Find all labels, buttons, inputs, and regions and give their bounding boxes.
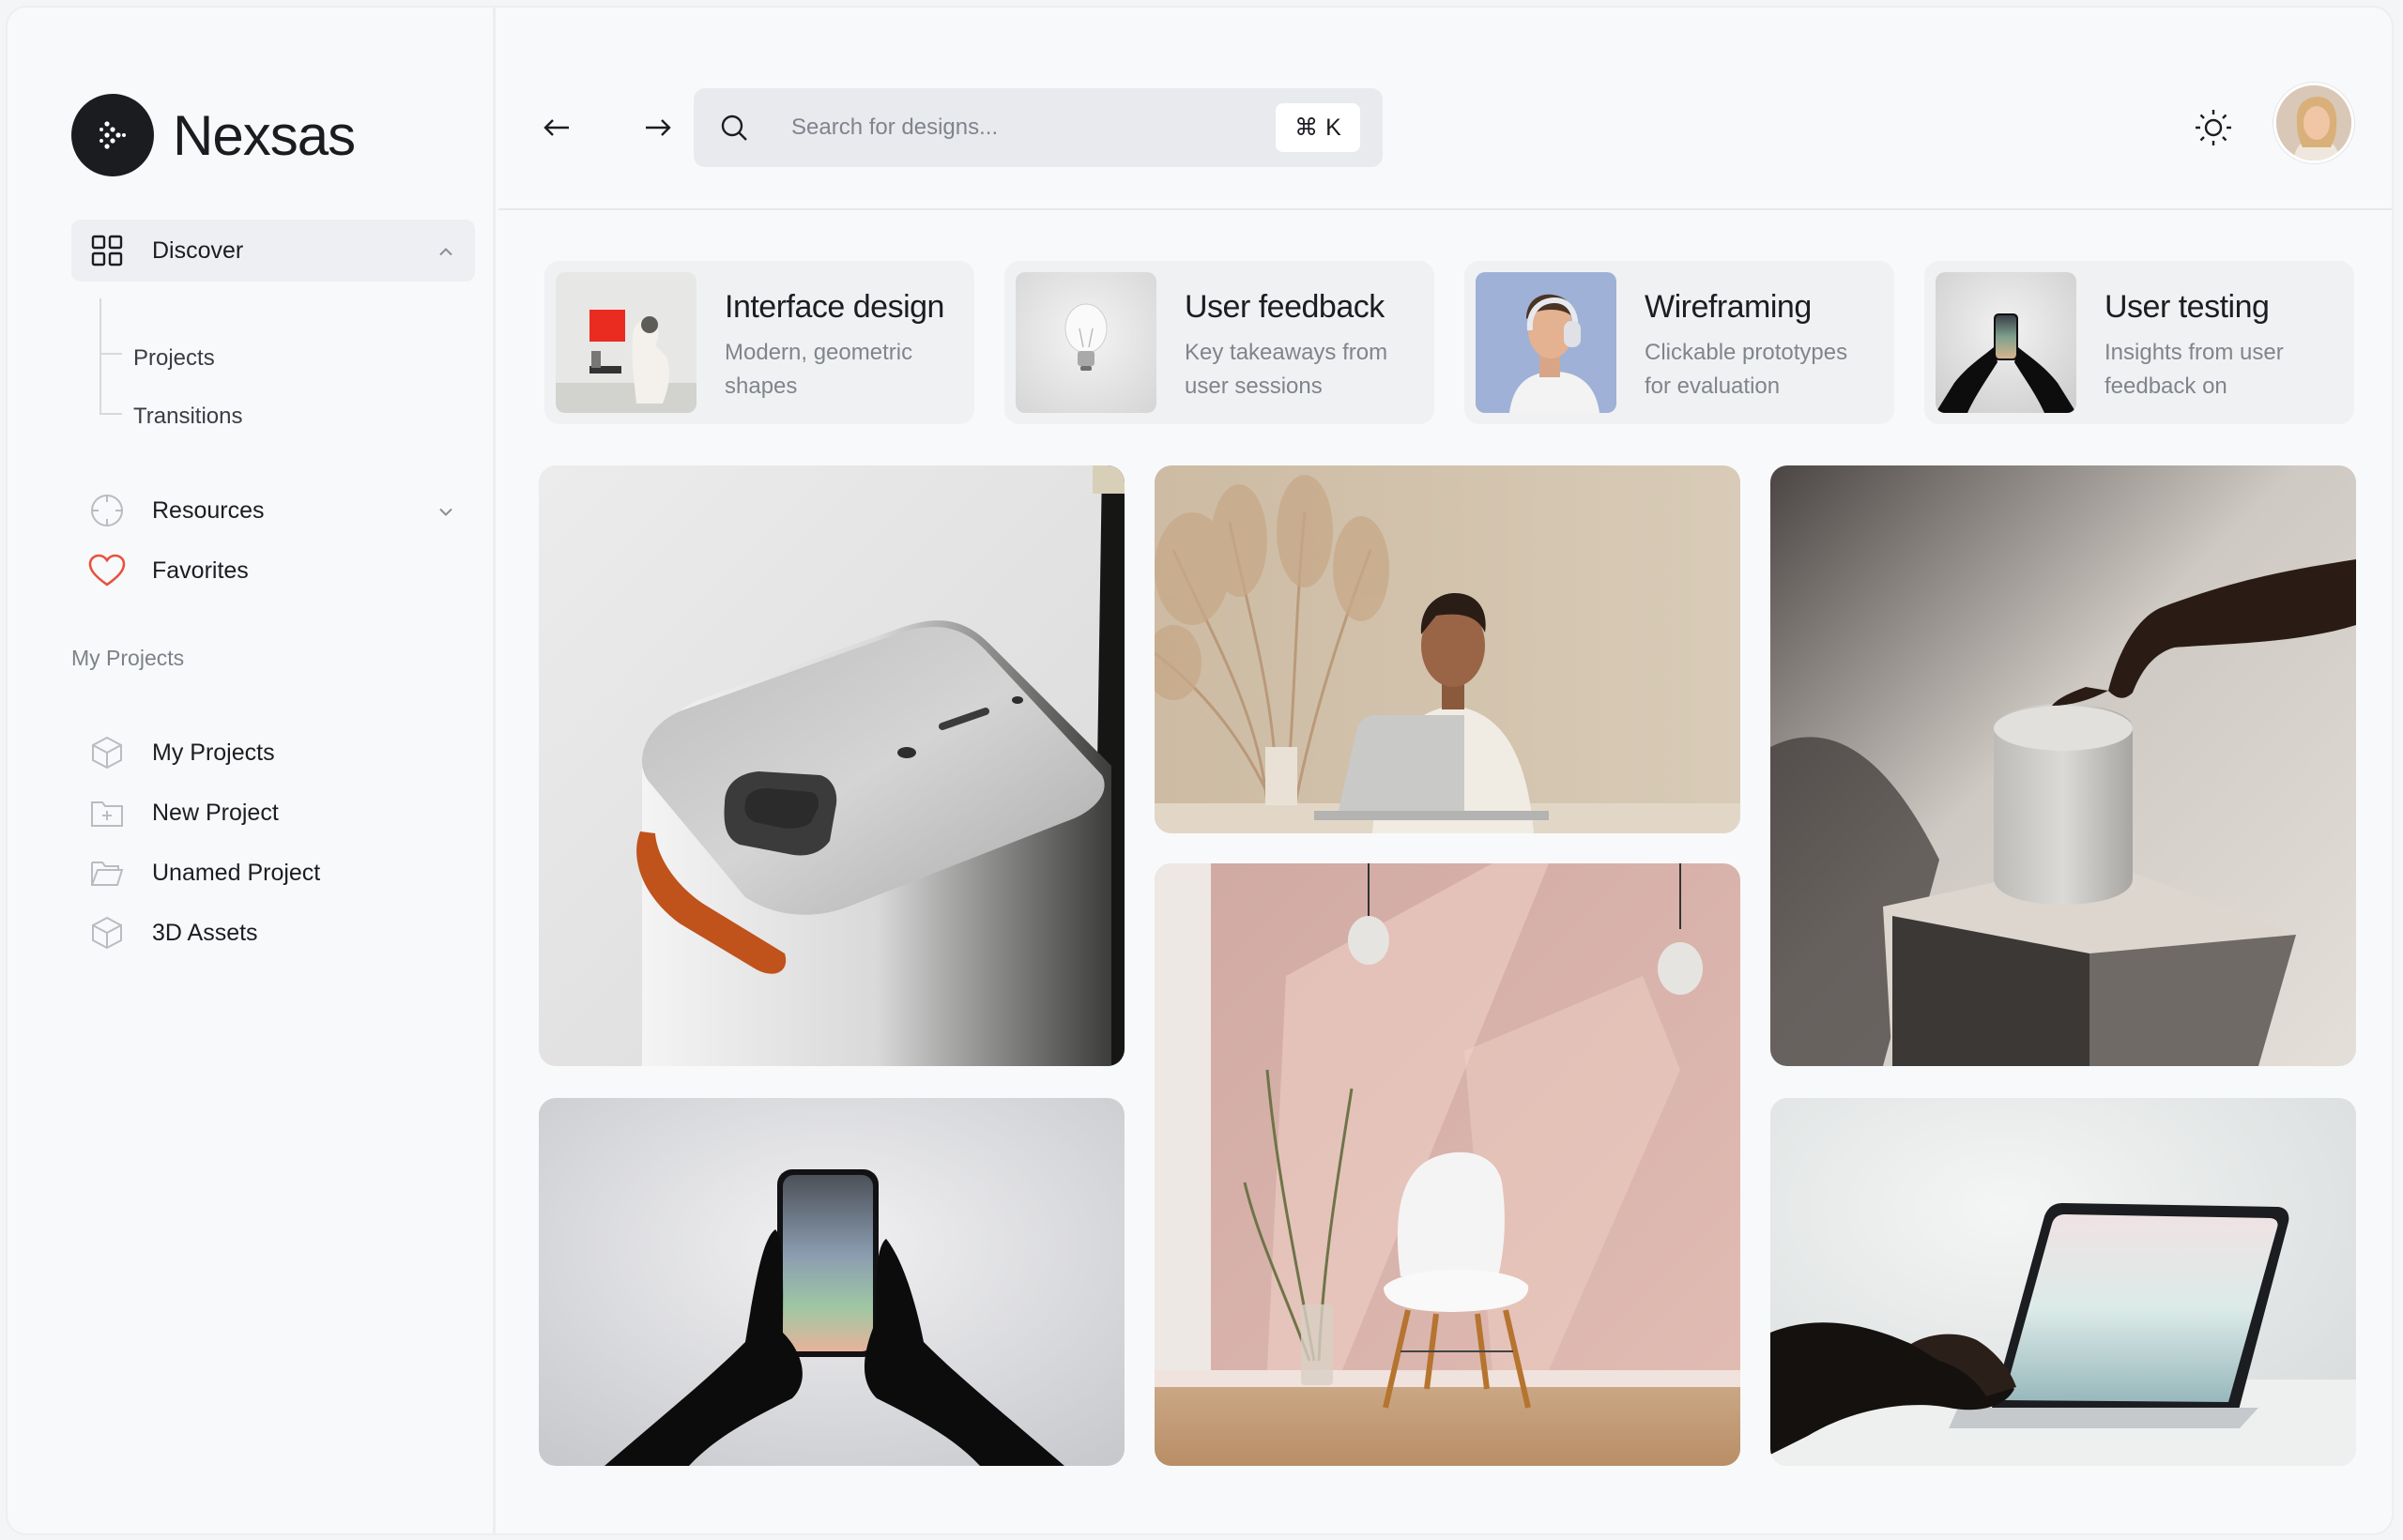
card-user-feedback[interactable]: User feedback Key takeaways from user se…	[1004, 261, 1434, 424]
folder-plus-icon	[88, 794, 126, 831]
card-wireframing[interactable]: Wireframing Clickable prototypes for eva…	[1464, 261, 1894, 424]
nav-discover-label: Discover	[152, 236, 244, 264]
back-button[interactable]	[536, 107, 577, 148]
section-label-my-projects: My Projects	[71, 646, 185, 670]
search-input[interactable]	[791, 105, 1223, 150]
nav-resources[interactable]: Resources	[88, 490, 475, 531]
cube-icon	[88, 734, 126, 771]
box-icon	[88, 914, 126, 952]
search-bar[interactable]: ⌘ K	[694, 88, 1383, 167]
gallery-image-laptop[interactable]	[1770, 1098, 2356, 1466]
gallery-image-appliance[interactable]	[539, 465, 1125, 1066]
nav-projects[interactable]: Projects	[133, 345, 215, 372]
card-interface-design[interactable]: Interface design Modern, geometric shape…	[544, 261, 974, 424]
chevron-down-icon[interactable]	[437, 497, 454, 525]
nav-transitions[interactable]: Transitions	[133, 404, 242, 430]
nav-3d-assets-label: 3D Assets	[152, 919, 258, 946]
brand-logo[interactable]: Nexsas	[71, 94, 356, 176]
top-bar: ⌘ K	[498, 8, 2392, 210]
command-icon: ⌘	[1294, 114, 1319, 141]
card-description: Key takeaways from user sessions	[1185, 340, 1388, 399]
sidebar: Nexsas Discover Projects Transitions Res…	[8, 8, 496, 1533]
nav-unamed-project-label: Unamed Project	[152, 859, 321, 886]
card-title: Interface design	[725, 289, 944, 325]
tree-connector	[99, 298, 122, 419]
card-thumbnail	[1476, 272, 1616, 413]
nav-new-project[interactable]: New Project	[88, 792, 279, 833]
nav-favorites-label: Favorites	[152, 557, 249, 584]
nav-resources-label: Resources	[152, 496, 265, 524]
gallery-image-phone-hands[interactable]	[539, 1098, 1125, 1466]
card-description: Clickable prototypes for evaluation	[1645, 340, 1848, 399]
arrow-left-icon	[543, 119, 569, 136]
nav-favorites[interactable]: Favorites	[88, 550, 249, 591]
app-window: Nexsas Discover Projects Transitions Res…	[6, 6, 2394, 1535]
category-cards: Interface design Modern, geometric shape…	[544, 261, 2354, 424]
heart-icon	[88, 552, 126, 589]
forward-button[interactable]	[637, 107, 679, 148]
gallery-image-man-laptop[interactable]	[1155, 465, 1740, 833]
grid-icon	[88, 232, 126, 269]
chevron-up-icon[interactable]	[437, 237, 454, 265]
shortcut-badge: ⌘ K	[1276, 103, 1360, 152]
card-user-testing[interactable]: User testing Insights from user feedback…	[1924, 261, 2354, 424]
card-title: User feedback	[1185, 289, 1385, 325]
gallery-image-speaker[interactable]	[1770, 465, 2356, 1066]
nav-unamed-project[interactable]: Unamed Project	[88, 852, 320, 893]
shortcut-key: K	[1325, 114, 1341, 141]
card-description: Insights from user feedback on	[2105, 340, 2284, 399]
card-title: User testing	[2105, 289, 2270, 325]
nav-new-project-label: New Project	[152, 799, 279, 826]
folder-open-icon	[88, 854, 126, 892]
brand-name: Nexsas	[173, 103, 356, 167]
card-thumbnail	[1016, 272, 1156, 413]
nav-my-projects[interactable]: My Projects	[88, 732, 275, 773]
card-description: Modern, geometric shapes	[725, 340, 913, 399]
logo-icon	[71, 94, 154, 176]
nav-my-projects-label: My Projects	[152, 739, 275, 766]
card-thumbnail	[1936, 272, 2076, 413]
nav-3d-assets[interactable]: 3D Assets	[88, 912, 258, 953]
gallery-image-chair-room[interactable]	[1155, 863, 1740, 1466]
card-title: Wireframing	[1645, 289, 1812, 325]
compass-icon	[88, 492, 126, 529]
sun-icon	[2196, 110, 2231, 145]
card-thumbnail	[556, 272, 696, 413]
nav-discover[interactable]: Discover	[71, 220, 475, 282]
user-avatar[interactable]	[2273, 83, 2354, 163]
theme-toggle-button[interactable]	[2191, 105, 2236, 150]
arrow-right-icon	[646, 119, 671, 136]
search-icon	[714, 108, 754, 147]
